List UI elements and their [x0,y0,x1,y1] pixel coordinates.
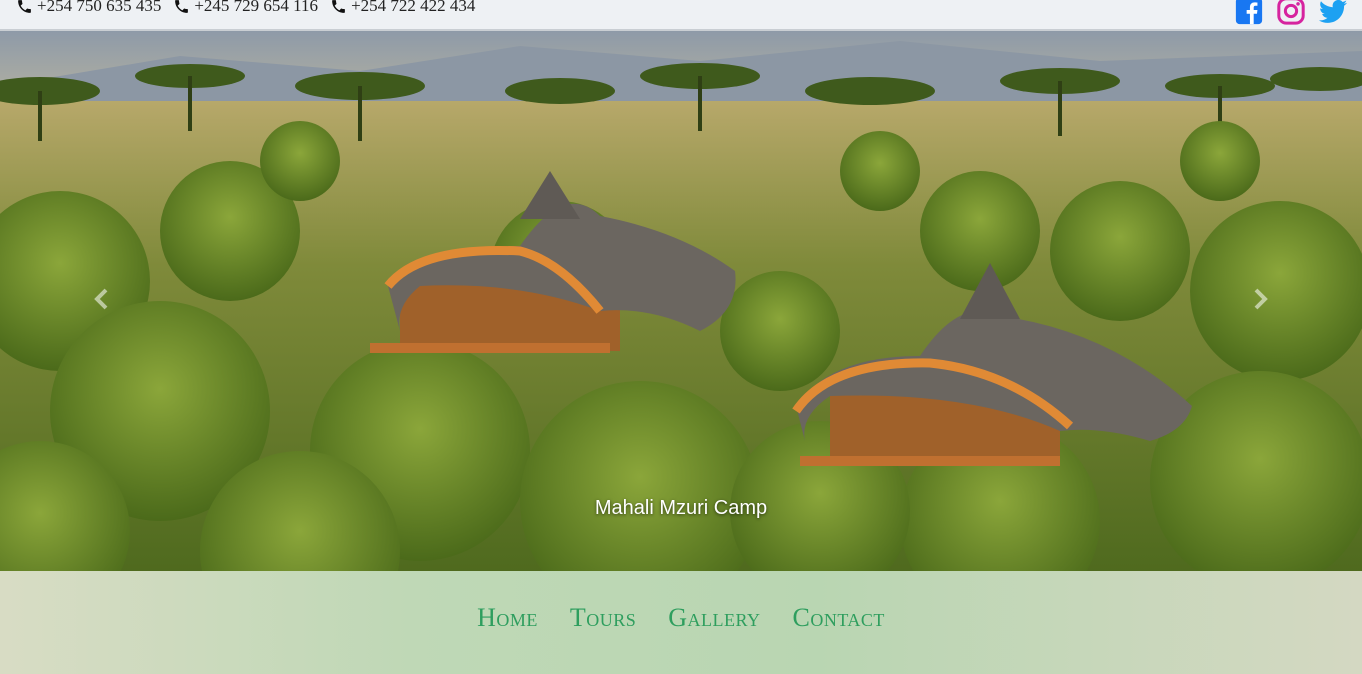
phone-item: +254 722 422 434 [330,0,475,16]
carousel-caption: Mahali Mzuri Camp [594,497,768,519]
phone-item: +245 729 654 116 [173,0,318,16]
social-links [1234,0,1348,26]
phone-item: +254 750 635 435 [16,0,161,16]
carousel-next-button[interactable] [1248,287,1272,311]
main-navbar: Home Tours Gallery Contact [0,571,1362,674]
hero-carousel: Mahali Mzuri Camp [0,31,1362,571]
phone-number[interactable]: +254 750 635 435 [37,0,161,16]
nav-link-home[interactable]: Home [477,603,538,633]
phone-number[interactable]: +254 722 422 434 [351,0,475,16]
chevron-left-icon [94,288,108,310]
nav-link-tours[interactable]: Tours [570,603,636,633]
phone-icon [18,0,31,13]
carousel-prev-button[interactable] [90,287,114,311]
facebook-icon[interactable] [1234,0,1264,26]
phone-icon [332,0,345,13]
nav-link-gallery[interactable]: Gallery [668,603,760,633]
instagram-icon[interactable] [1276,0,1306,26]
phone-number[interactable]: +245 729 654 116 [194,0,318,16]
carousel-slide-image [0,31,1362,571]
chevron-right-icon [1254,288,1268,310]
top-contact-bar: +254 750 635 435 +245 729 654 116 +254 7… [0,0,1362,31]
twitter-icon[interactable] [1318,0,1348,26]
nav-link-contact[interactable]: Contact [793,603,885,633]
main-nav-menu: Home Tours Gallery Contact [0,603,1362,633]
phone-icon [175,0,189,13]
phone-list: +254 750 635 435 +245 729 654 116 +254 7… [16,0,475,16]
